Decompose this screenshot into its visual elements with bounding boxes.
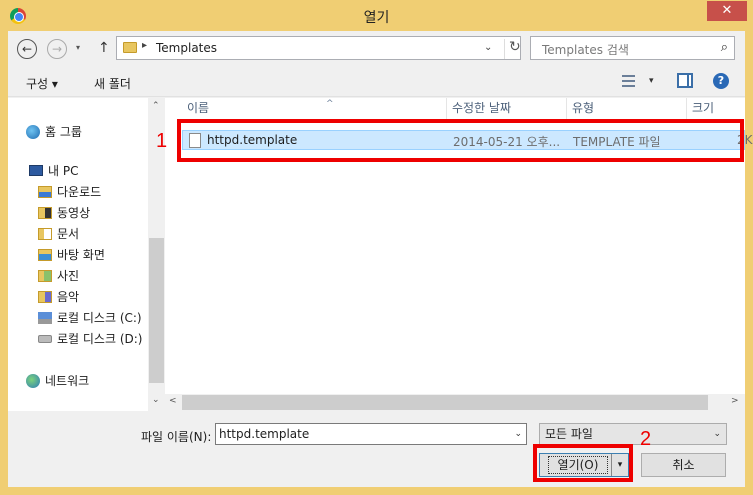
command-bar: 구성 ▾ 새 폴더 ▾ ?	[8, 67, 745, 97]
cancel-button[interactable]: 취소	[641, 453, 726, 477]
chevron-down-icon[interactable]: ⌄	[713, 424, 721, 444]
filename-label: 파일 이름(N):	[141, 430, 212, 444]
close-button[interactable]: ✕	[707, 1, 747, 21]
sidebar-item-pictures[interactable]: 사진	[38, 267, 79, 284]
refresh-button[interactable]: ↻	[504, 39, 521, 59]
chevron-down-icon[interactable]: ⌄	[514, 424, 522, 444]
homegroup-icon	[26, 124, 40, 139]
view-options-dropdown[interactable]: ▾	[649, 76, 654, 86]
scroll-right-arrow-icon[interactable]: >	[731, 396, 739, 406]
sidebar-item-label: 문서	[57, 227, 80, 241]
forward-button[interactable]: →	[47, 39, 67, 59]
navigation-bar: ← → ▾ ↑ ▸ Templates ⌄ ↻ Templates 검색 ⌕	[8, 31, 745, 67]
file-type-filter-value: 모든 파일	[545, 427, 593, 441]
breadcrumb-templates[interactable]: Templates	[156, 41, 217, 55]
sidebar-item-this-pc[interactable]: 내 PC	[29, 162, 78, 179]
preview-pane-icon[interactable]	[677, 73, 693, 88]
search-placeholder: Templates 검색	[542, 43, 629, 57]
recent-locations-dropdown[interactable]: ▾	[76, 43, 80, 52]
documents-folder-icon	[38, 227, 52, 240]
file-type-filter[interactable]: 모든 파일 ⌄	[539, 423, 727, 445]
filename-input[interactable]: httpd.template ⌄	[215, 423, 527, 445]
search-box[interactable]: Templates 검색 ⌕	[530, 36, 735, 60]
address-bar[interactable]: ▸ Templates ⌄ ↻	[116, 36, 521, 60]
organize-menu-button[interactable]: 구성 ▾	[26, 75, 58, 92]
sidebar-item-label: 내 PC	[48, 164, 79, 178]
breadcrumb-chevron-icon[interactable]: ▸	[142, 40, 147, 51]
sidebar-item-label: 음악	[57, 290, 80, 304]
sidebar-item-label: 네트워크	[45, 374, 90, 388]
pc-icon	[29, 165, 43, 176]
filename-value: httpd.template	[219, 427, 310, 441]
address-history-dropdown[interactable]: ⌄	[484, 42, 492, 53]
sidebar-item-homegroup[interactable]: 홈 그룹	[26, 123, 82, 140]
navigation-pane: 홈 그룹 내 PC 다운로드 동영상 문서 바탕 화면 사진 음악 로컬 디스크…	[8, 98, 165, 411]
annotation-marker-2: 2	[640, 428, 652, 450]
annotation-highlight-file-row	[177, 119, 744, 162]
sidebar-item-documents[interactable]: 문서	[38, 225, 79, 242]
sidebar-item-label: 사진	[57, 269, 80, 283]
column-header-date-modified[interactable]: 수정한 날짜	[447, 98, 567, 119]
downloads-folder-icon	[38, 185, 52, 198]
column-header-name[interactable]: 이름 ^	[182, 98, 447, 119]
sidebar-item-label: 홈 그룹	[45, 125, 82, 139]
pictures-folder-icon	[38, 269, 52, 282]
help-icon[interactable]: ?	[713, 73, 729, 89]
sidebar-item-desktop[interactable]: 바탕 화면	[38, 246, 105, 263]
drive-d-icon	[38, 334, 52, 343]
desktop-folder-icon	[38, 248, 52, 261]
annotation-highlight-open-button	[533, 444, 633, 482]
search-icon[interactable]: ⌕	[721, 40, 728, 55]
sort-ascending-icon: ^	[326, 99, 334, 109]
title-bar: 열기 ✕	[0, 0, 753, 31]
sidebar-item-label: 동영상	[57, 206, 91, 220]
horizontal-scrollbar[interactable]: < >	[165, 394, 745, 411]
change-view-icon[interactable]	[622, 75, 635, 87]
column-header-label: 이름	[187, 101, 210, 115]
back-button[interactable]: ←	[17, 39, 37, 59]
drive-c-icon	[38, 311, 52, 324]
sidebar-item-downloads[interactable]: 다운로드	[38, 183, 101, 200]
folder-icon	[123, 42, 137, 53]
window-title: 열기	[363, 10, 390, 26]
file-open-dialog: 열기 ✕ ← → ▾ ↑ ▸ Templates ⌄ ↻ Templates 검…	[0, 0, 753, 495]
scroll-down-arrow-icon[interactable]: ⌄	[152, 395, 160, 405]
sidebar-item-label: 다운로드	[57, 185, 102, 199]
dialog-body: ← → ▾ ↑ ▸ Templates ⌄ ↻ Templates 검색 ⌕ 구…	[8, 31, 753, 487]
videos-folder-icon	[38, 206, 52, 219]
scrollbar-thumb[interactable]	[149, 238, 164, 383]
sidebar-item-label: 로컬 디스크 (C:)	[57, 311, 142, 325]
sidebar-item-label: 로컬 디스크 (D:)	[57, 332, 143, 346]
column-header-size[interactable]: 크기	[687, 98, 745, 119]
scroll-up-arrow-icon[interactable]: ⌃	[152, 101, 160, 111]
column-header-type[interactable]: 유형	[567, 98, 687, 119]
annotation-marker-1: 1	[156, 130, 168, 152]
sidebar-item-videos[interactable]: 동영상	[38, 204, 90, 221]
sidebar-item-music[interactable]: 음악	[38, 288, 79, 305]
up-folder-button[interactable]: ↑	[98, 40, 110, 56]
sidebar-item-drive-d[interactable]: 로컬 디스크 (D:)	[38, 330, 142, 347]
scroll-left-arrow-icon[interactable]: <	[169, 396, 177, 406]
scrollbar-thumb[interactable]	[182, 395, 708, 410]
sidebar-item-network[interactable]: 네트워크	[26, 372, 89, 389]
music-folder-icon	[38, 290, 52, 303]
new-folder-button[interactable]: 새 폴더	[94, 75, 131, 92]
sidebar-item-label: 바탕 화면	[57, 248, 105, 262]
network-icon	[26, 373, 40, 388]
sidebar-item-drive-c[interactable]: 로컬 디스크 (C:)	[38, 309, 142, 326]
